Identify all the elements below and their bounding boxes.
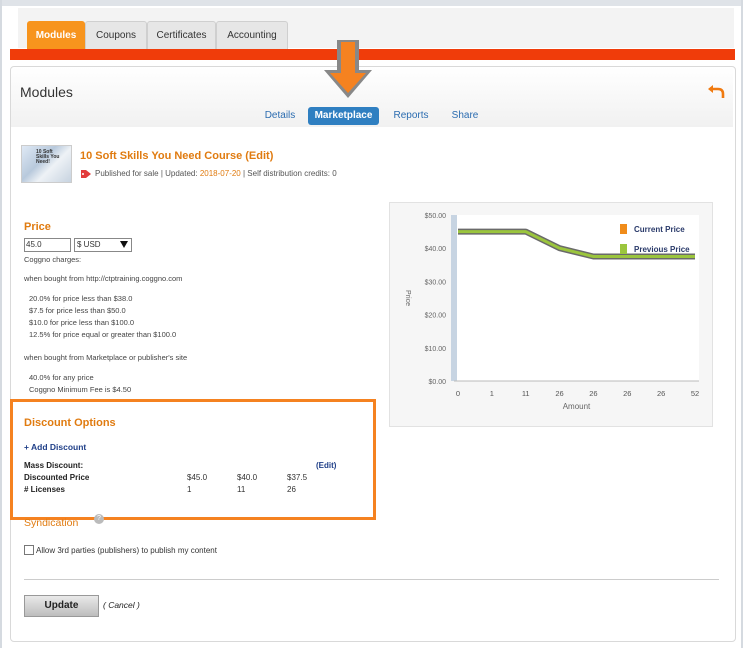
x-tick-label: 52 [691,389,699,398]
tab-accounting[interactable]: Accounting [216,21,288,50]
site-rule: 20.0% for price less than $38.0 [29,294,133,303]
x-tick-label: 0 [456,389,460,398]
price-input[interactable]: 45.0 [24,238,71,252]
discount-price-cell: $45.0 [187,473,208,482]
subtab-reports[interactable]: Reports [390,107,432,125]
course-thumbnail: 10 Soft Skills You Need! [21,145,72,183]
tab-certificates[interactable]: Certificates [147,21,216,50]
license-count-cell: 1 [187,485,192,494]
syndication-heading: Syndication [24,517,79,529]
price-heading: Price [24,221,51,233]
license-count-cell: 11 [237,485,246,494]
course-title-link[interactable]: 10 Soft Skills You Need Course (Edit) [80,150,273,162]
marketplace-rule: Coggno Minimum Fee is $4.50 [29,385,132,394]
discount-heading: Discount Options [24,417,116,429]
legend-label: Previous Price [634,245,690,254]
panel-title: Modules [20,84,73,100]
discounted-price-label: Discounted Price [24,473,90,482]
y-tick-label: $20.00 [425,313,447,320]
tab-coupons[interactable]: Coupons [85,21,147,50]
site-rule: $7.5 for price less than $50.0 [29,306,126,315]
x-tick-label: 11 [522,389,530,398]
x-axis-label: Amount [563,402,591,411]
subtab-details[interactable]: Details [260,107,300,125]
publish-status: Published for sale | Updated: 2018-07-20… [95,169,337,178]
cancel-link[interactable]: ( Cancel ) [103,600,140,610]
help-icon[interactable]: ? [94,514,104,524]
edit-discount-link[interactable]: (Edit) [316,461,336,470]
x-tick-label: 1 [490,389,494,398]
y-tick-label: $50.00 [425,213,447,220]
mass-discount-label: Mass Discount: [24,461,84,470]
legend-label: Current Price [634,225,685,234]
x-tick-label: 26 [657,389,665,398]
currency-value: $ USD [77,240,101,249]
annotation-arrow-icon [324,40,372,98]
y-tick-label: $10.00 [425,346,447,353]
divider [24,579,719,580]
window-frame-left [0,0,2,648]
x-tick-label: 26 [589,389,597,398]
price-tag-icon [81,170,91,178]
license-count-cell: 26 [287,485,296,494]
subtab-share[interactable]: Share [447,107,483,125]
allow-publishers-label: Allow 3rd parties (publishers) to publis… [36,546,217,555]
currency-select[interactable]: $ USD [74,238,132,252]
marketplace-purchase-label: when bought from Marketplace or publishe… [24,353,188,362]
tab-modules[interactable]: Modules [27,21,85,50]
thumbnail-text: 10 Soft Skills You Need! [36,149,60,165]
marketplace-rule: 40.0% for any price [29,373,94,382]
coggno-charges-label: Coggno charges: [24,255,82,264]
credits-text: | Self distribution credits: 0 [242,169,337,178]
discount-price-cell: $37.5 [287,473,308,482]
dropdown-arrow-icon [120,241,128,248]
price-chart: $50.00 $40.00 $30.00 $20.00 $10.00 $0.00 0 1 11 2… [389,202,713,427]
price-chart-svg: $50.00$40.00$30.00$20.00$10.00$0.000 1 11 2… [404,213,699,411]
y-tick-label: $40.00 [425,246,447,253]
legend-swatch [620,244,627,254]
site-rule: 12.5% for price equal or greater than $1… [29,330,177,339]
subtab-marketplace[interactable]: Marketplace [308,107,379,125]
site-rule: $10.0 for price less than $100.0 [29,318,135,327]
licenses-label: # Licenses [24,485,65,494]
legend-swatch [620,224,627,234]
update-button[interactable]: Update [24,595,99,617]
site-purchase-label: when bought from http://ctptraining.cogg… [24,274,183,283]
window-frame [0,0,743,6]
discount-price-cell: $40.0 [237,473,258,482]
published-text: Published for sale | Updated: [95,169,198,178]
undo-icon[interactable] [707,83,725,99]
y-axis-label: Price [404,290,411,306]
x-tick-label: 26 [623,389,631,398]
plot-area [454,215,699,381]
add-discount-link[interactable]: + Add Discount [24,442,86,452]
y-tick-label: $0.00 [428,379,446,386]
updated-date: 2018-07-20 [199,169,241,178]
x-tick-label: 26 [555,389,563,398]
allow-publishers-checkbox[interactable] [24,545,34,555]
y-axis-bar [451,215,457,381]
y-tick-label: $30.00 [425,279,447,286]
